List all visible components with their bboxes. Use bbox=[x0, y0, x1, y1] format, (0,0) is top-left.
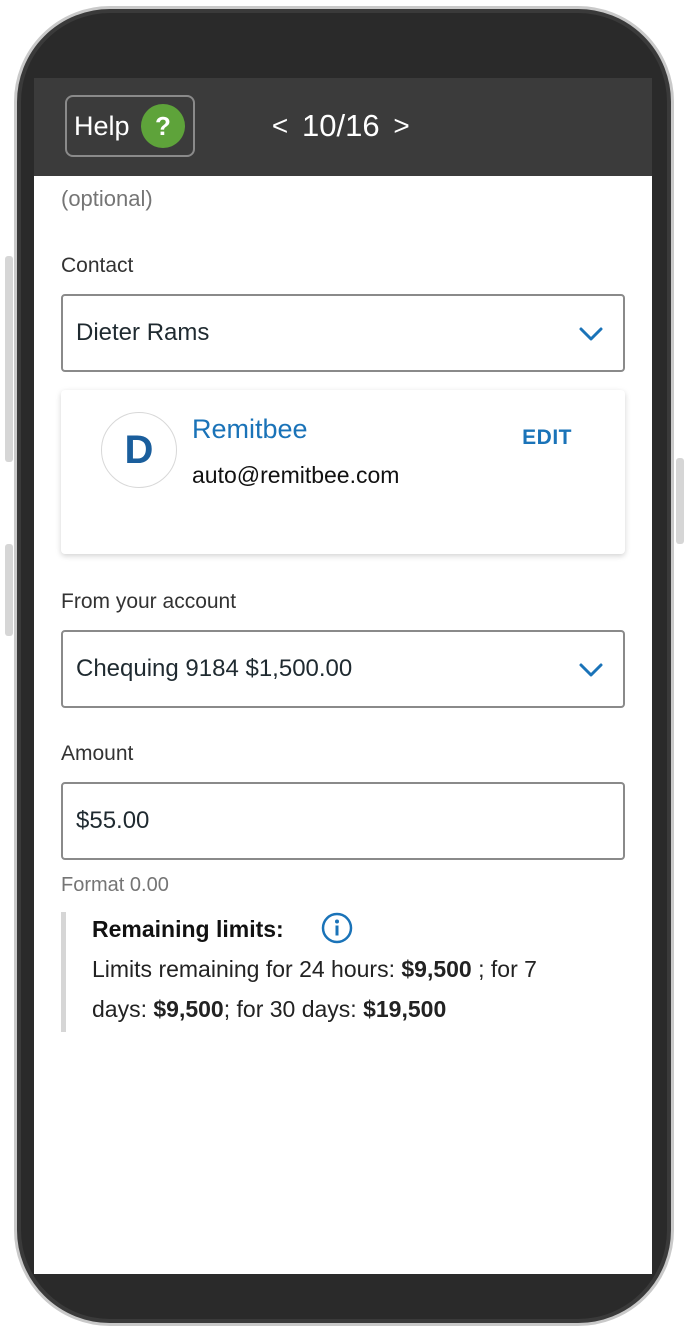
step-pager: < 10/16 > bbox=[266, 104, 416, 148]
from-account-select[interactable]: Chequing 9184 $1,500.00 bbox=[61, 630, 625, 708]
chevron-down-icon bbox=[579, 663, 603, 677]
phone-side-button bbox=[5, 544, 13, 636]
limit-24h-value: $9,500 bbox=[401, 956, 472, 982]
app-screen: Help ? < 10/16 > (optional) Contact Diet… bbox=[34, 78, 652, 1274]
contact-select[interactable]: Dieter Rams bbox=[61, 294, 625, 372]
next-step-arrow-icon[interactable]: > bbox=[388, 110, 416, 142]
contact-label: Contact bbox=[61, 254, 134, 277]
contact-card: D Remitbee auto@remitbee.com EDIT bbox=[61, 390, 625, 554]
limits-7d-prefix: ; for 7 bbox=[471, 956, 537, 982]
limits-days-label: days: bbox=[92, 996, 154, 1022]
limits-30d-prefix: ; for 30 days: bbox=[223, 996, 364, 1022]
remaining-limits-panel: Remaining limits: Limits remaining for 2… bbox=[61, 912, 621, 1032]
info-icon[interactable] bbox=[321, 912, 353, 944]
limits-line-2: days: $9,500; for 30 days: $19,500 bbox=[92, 996, 446, 1023]
contact-email: auto@remitbee.com bbox=[192, 462, 400, 488]
chevron-down-icon bbox=[579, 327, 603, 341]
previous-step-arrow-icon[interactable]: < bbox=[266, 110, 294, 142]
limit-7d-value: $9,500 bbox=[153, 996, 224, 1022]
amount-label: Amount bbox=[61, 742, 134, 765]
phone-volume-button bbox=[5, 256, 13, 462]
contact-select-value: Dieter Rams bbox=[76, 319, 210, 346]
optional-hint: (optional) bbox=[61, 186, 153, 211]
help-label: Help bbox=[74, 110, 130, 141]
amount-input-value: $55.00 bbox=[76, 807, 150, 834]
remaining-limits-title: Remaining limits: bbox=[92, 916, 284, 942]
amount-input[interactable]: $55.00 bbox=[61, 782, 625, 860]
amount-format-hint: Format 0.00 bbox=[61, 874, 169, 896]
limits-24h-prefix: Limits remaining for 24 hours: bbox=[92, 956, 402, 982]
help-question-icon: ? bbox=[141, 104, 185, 148]
avatar: D bbox=[101, 412, 177, 488]
edit-contact-button[interactable]: EDIT bbox=[522, 426, 572, 450]
from-account-select-value: Chequing 9184 $1,500.00 bbox=[76, 655, 353, 682]
avatar-initial: D bbox=[124, 427, 154, 472]
from-account-label: From your account bbox=[61, 590, 237, 613]
help-button[interactable]: Help ? bbox=[65, 95, 195, 157]
limits-line-1: Limits remaining for 24 hours: $9,500 ; … bbox=[92, 956, 537, 983]
tutorial-header: Help ? < 10/16 > bbox=[34, 78, 652, 176]
limit-30d-value: $19,500 bbox=[363, 996, 447, 1022]
contact-name: Remitbee bbox=[192, 414, 308, 444]
step-counter: 10/16 bbox=[302, 108, 380, 143]
phone-power-button bbox=[676, 458, 684, 544]
